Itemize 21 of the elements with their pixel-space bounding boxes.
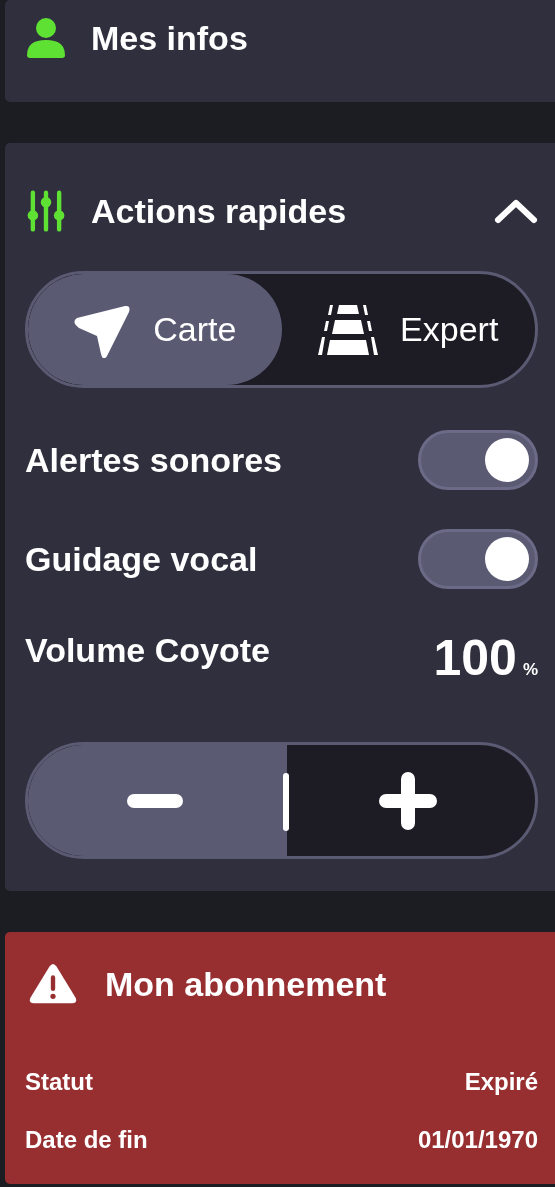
detail-label: Date de fin: [25, 1126, 148, 1154]
setting-label: Volume Coyote: [25, 631, 270, 670]
toggle-switch[interactable]: [418, 529, 538, 589]
detail-label: Statut: [25, 1068, 93, 1096]
card-title: Mes infos: [91, 18, 249, 58]
toggle-switch[interactable]: [418, 430, 538, 490]
detail-value: Expiré: [464, 1068, 538, 1096]
setting-label: Alertes sonores: [25, 440, 282, 480]
volume-unit: %: [522, 660, 538, 679]
chevron-up-icon[interactable]: [494, 198, 538, 224]
sliders-icon: [25, 190, 67, 232]
detail-value: 01/01/1970: [417, 1126, 538, 1154]
road-icon: [318, 304, 379, 355]
card-title: Actions rapides: [91, 191, 348, 231]
mode-tab[interactable]: Expert: [281, 274, 535, 385]
volume-value: 100: [433, 630, 517, 686]
card-title: Mon abonnement: [105, 964, 388, 1004]
mode-tab[interactable]: Carte: [28, 274, 282, 385]
info-card[interactable]: Mes infos: [5, 0, 555, 102]
person-icon: [25, 17, 67, 59]
setting-label: Guidage vocal: [25, 539, 258, 579]
